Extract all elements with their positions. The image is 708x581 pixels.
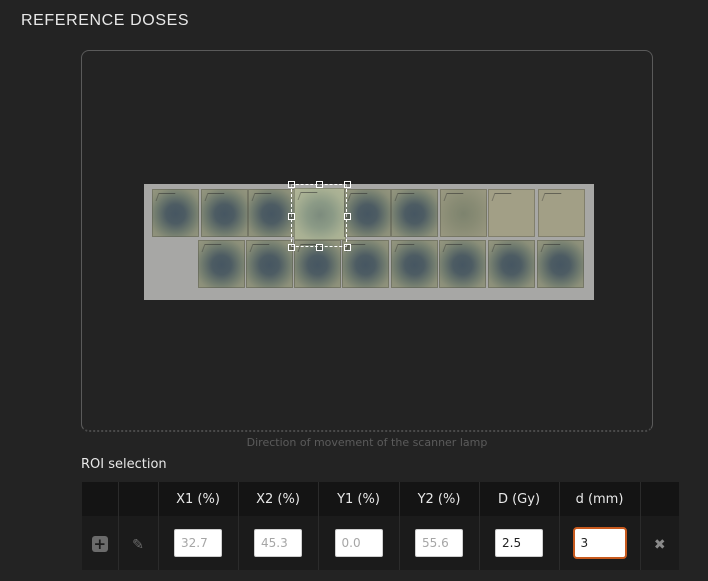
roi-table: X1 (%) X2 (%) Y1 (%) Y2 (%) D (Gy) d (mm… <box>82 482 679 570</box>
film-patch <box>201 189 248 237</box>
film-patch <box>246 240 293 288</box>
roi-resize-handle[interactable] <box>288 181 295 188</box>
y1-input[interactable] <box>334 529 383 557</box>
roi-resize-handle[interactable] <box>344 181 351 188</box>
film-patch <box>391 189 438 237</box>
dose-input[interactable] <box>495 529 543 557</box>
header-y2: Y2 (%) <box>399 482 480 516</box>
header-dose: D (Gy) <box>479 482 560 516</box>
remove-cell: ✖ <box>640 516 679 570</box>
add-cell: + <box>82 516 119 570</box>
add-icon[interactable]: + <box>91 535 108 552</box>
x1-input[interactable] <box>174 529 222 557</box>
x2-input[interactable] <box>254 529 302 557</box>
y2-cell <box>399 516 480 570</box>
header-add <box>82 482 119 516</box>
roi-resize-handle[interactable] <box>344 213 351 220</box>
roi-resize-handle[interactable] <box>288 213 295 220</box>
scan-viewer[interactable] <box>81 50 653 432</box>
x2-cell <box>238 516 319 570</box>
header-remove <box>640 482 679 516</box>
film-patch <box>538 189 585 237</box>
roi-resize-handle[interactable] <box>288 244 295 251</box>
film-patch <box>440 189 487 237</box>
edit-cell: ✎ <box>118 516 159 570</box>
header-edit <box>118 482 159 516</box>
depth-input[interactable] <box>572 527 627 559</box>
film-patch <box>488 189 535 237</box>
header-y1: Y1 (%) <box>318 482 400 516</box>
header-x1: X1 (%) <box>158 482 239 516</box>
close-icon[interactable]: ✖ <box>654 537 666 553</box>
film-patch <box>537 240 584 288</box>
section-title: REFERENCE DOSES <box>21 12 190 29</box>
x1-cell <box>158 516 239 570</box>
header-depth: d (mm) <box>559 482 641 516</box>
table-header-row: X1 (%) X2 (%) Y1 (%) Y2 (%) D (Gy) d (mm… <box>82 482 679 516</box>
depth-cell <box>559 516 641 570</box>
scanned-films-image[interactable] <box>144 181 594 300</box>
y2-input[interactable] <box>415 529 463 557</box>
roi-resize-handle[interactable] <box>344 244 351 251</box>
roi-selection-title: ROI selection <box>81 457 167 472</box>
table-row: + ✎ ✖ <box>82 516 679 570</box>
film-patch <box>152 189 199 237</box>
header-x2: X2 (%) <box>238 482 319 516</box>
film-patch <box>391 240 438 288</box>
roi-resize-handle[interactable] <box>316 244 323 251</box>
pencil-icon[interactable]: ✎ <box>132 537 144 553</box>
lamp-direction-caption: Direction of movement of the scanner lam… <box>246 436 488 449</box>
roi-selection-box[interactable] <box>288 181 351 251</box>
film-patch <box>439 240 486 288</box>
dose-cell <box>479 516 560 570</box>
film-patch <box>344 189 391 237</box>
film-patch <box>198 240 245 288</box>
y1-cell <box>318 516 400 570</box>
roi-resize-handle[interactable] <box>316 181 323 188</box>
film-patch <box>488 240 535 288</box>
